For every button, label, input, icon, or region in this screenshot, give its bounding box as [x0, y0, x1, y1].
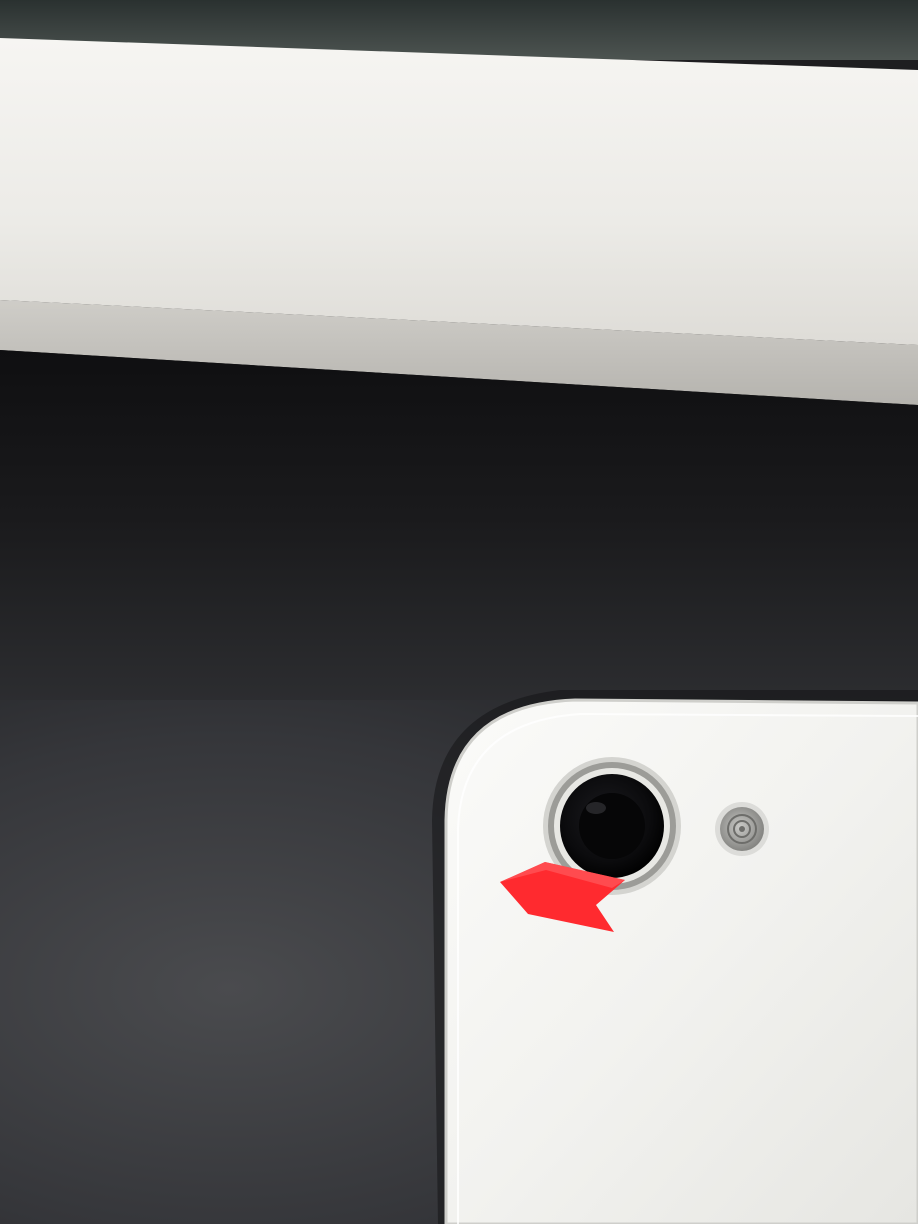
flash-sensor	[715, 802, 769, 856]
phone-back-panel	[444, 698, 918, 1224]
white-shelf-board	[0, 38, 918, 345]
dark-shadow-under-shelf	[0, 350, 918, 720]
photo-canvas	[0, 0, 918, 1224]
photo-scene	[0, 0, 918, 1224]
